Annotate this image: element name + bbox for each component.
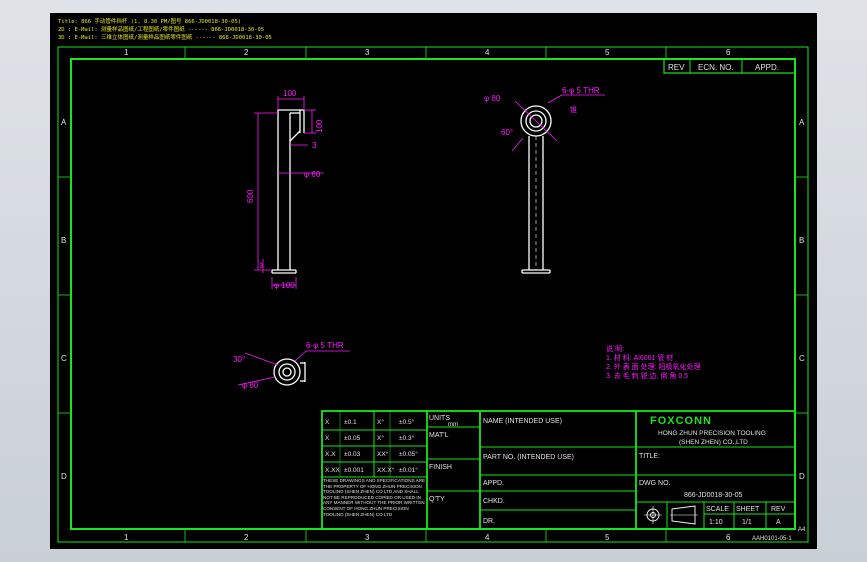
tol-r1-c1: X	[325, 419, 330, 426]
row-label-left-C: C	[61, 354, 67, 363]
tol-r2-c2: ±0.05	[344, 435, 361, 442]
rev-header: REV	[668, 63, 685, 72]
chkd-label: CHKD.	[483, 498, 505, 505]
finish-label: FINISH	[429, 464, 452, 471]
tol-r3-c2: ±0.03	[344, 451, 361, 458]
row-label-left-B: B	[61, 236, 66, 245]
col-label-top-4: 4	[485, 48, 490, 57]
proprietary-notice: THESE DRAWINGS AND SPECIFICATIONS ARE TH…	[323, 478, 426, 517]
row-label-right-A: A	[799, 118, 805, 127]
note-line-2: 1. 材 料: Al6061 管 材	[606, 353, 673, 362]
qty-label: Q'TY	[429, 496, 445, 503]
title-label: TITLE:	[639, 453, 660, 460]
scale-value: 1:10	[709, 519, 723, 526]
rev-value: A	[776, 519, 781, 526]
sheet-value: 1/1	[742, 519, 752, 526]
row-label-left-D: D	[61, 472, 67, 481]
bottom-view: 6-φ 5 THR 30° φ 80	[233, 341, 350, 390]
row-label-right-D: D	[799, 472, 805, 481]
tol-r3-c1: X.X	[325, 451, 336, 458]
front-view: 100 100 3 φ 60 600 3 φ 100	[246, 89, 324, 290]
col-label-bottom-6: 6	[726, 533, 731, 542]
tol-r4-c1: X.XX	[325, 467, 340, 474]
units-label: UNITS	[429, 415, 450, 422]
col-label-top-6: 6	[726, 48, 731, 57]
header-note-1: Title: 866 手动管件挡杆 (1, 8.30 PM/图号 866-JD0…	[58, 17, 241, 25]
part-no-label: PART NO. (INTENDED USE)	[483, 454, 574, 461]
dim-tube-dia: φ 60	[304, 170, 321, 179]
tol-r3-c3: XX°	[377, 450, 389, 458]
drawing-sheet: Title: 866 手动管件挡杆 (1, 8.30 PM/图号 866-JD0…	[50, 13, 817, 549]
header-note-3: 3D : E-Mail: 三维立体图纸/测量样品图纸零件图纸 ------ 86…	[58, 33, 272, 41]
tol-r3-c4: ±0.05°	[399, 450, 418, 458]
row-label-right-C: C	[799, 354, 805, 363]
col-label-top-5: 5	[605, 48, 610, 57]
units-value: mm	[448, 422, 458, 428]
dim-base-dia: φ 100	[274, 281, 295, 290]
row-label-left-A: A	[61, 118, 67, 127]
name-label: NAME (INTENDED USE)	[483, 418, 562, 425]
dwg-no-value: 866-JD0018-30-05	[684, 492, 742, 499]
col-label-bottom-2: 2	[244, 533, 249, 542]
col-label-bottom-5: 5	[605, 533, 610, 542]
proprietary-notice-box: THESE DRAWINGS AND SPECIFICATIONS ARE TH…	[323, 478, 426, 517]
tol-r4-c4: ±0.01°	[399, 466, 418, 474]
rev-label: REV	[771, 506, 786, 513]
scale-label: SCALE	[706, 506, 729, 513]
dim-top-width: 100	[283, 89, 297, 98]
tol-r4-c2: ±0.001	[344, 467, 364, 474]
dim-top-view-dia: φ 80	[484, 94, 501, 103]
company-line-1: HONG ZHUN PRECISION TOOLING	[658, 430, 766, 437]
tol-r4-c3: XX.X°	[377, 466, 395, 474]
dim-foot-step: 3	[259, 263, 263, 270]
tol-r2-c1: X	[325, 435, 330, 442]
dim-bottom-view-dia: φ 80	[242, 381, 259, 390]
col-label-bottom-3: 3	[365, 533, 370, 542]
title-block: X ±0.1 X° ±0.5° X ±0.05 X° ±0.3° X.X ±0.…	[321, 410, 806, 542]
company-line-2: (SHEN ZHEN) CO.,LTD	[679, 439, 748, 446]
dim-bottom-view-angle: 30°	[233, 355, 245, 364]
dim-step: 3	[312, 141, 317, 150]
header-note-2: 2D : E-Mail: 测量样品图纸/工程图纸/零件图纸 ------ 866…	[58, 25, 264, 33]
tol-r1-c2: ±0.1	[344, 419, 357, 426]
projection-symbol-icon	[644, 505, 698, 525]
dr-label: DR.	[483, 518, 495, 525]
tol-r1-c3: X°	[377, 418, 384, 426]
tol-r1-c4: ±0.5°	[399, 418, 415, 426]
dim-bottom-view-holes: 6-φ 5 THR	[306, 341, 344, 350]
tol-r2-c3: X°	[377, 434, 384, 442]
note-line-4: 3. 去 毛 刺 锐 边, 倒 角 0.5	[606, 371, 688, 380]
revision-table: REV ECN. NO. APPD.	[663, 58, 796, 74]
col-label-bottom-1: 1	[124, 533, 129, 542]
col-label-top-2: 2	[244, 48, 249, 57]
cad-drawing: Title: 866 手动管件挡杆 (1, 8.30 PM/图号 866-JD0…	[57, 17, 809, 543]
dim-length: 600	[246, 189, 255, 203]
top-view: φ 80 6-φ 5 THR 锥 60°	[484, 86, 605, 274]
sheet-label: SHEET	[736, 506, 760, 513]
dim-top-view-holes: 6-φ 5 THR	[562, 86, 600, 95]
dim-top-view-mark: 锥	[570, 105, 577, 114]
ecn-header: ECN. NO.	[698, 63, 734, 72]
col-label-top-3: 3	[365, 48, 370, 57]
note-line-3: 2. 外 表 面 处理: 阳极氧化处理	[606, 362, 701, 371]
col-label-bottom-4: 4	[485, 533, 490, 542]
notes-block: 说 明: 1. 材 料: Al6061 管 材 2. 外 表 面 处理: 阳极氧…	[606, 344, 701, 380]
company-logo: FOXCONN	[650, 415, 712, 427]
col-label-top-1: 1	[124, 48, 129, 57]
dim-top-view-angle: 60°	[501, 128, 513, 137]
tol-r2-c4: ±0.3°	[399, 434, 415, 442]
row-label-right-B: B	[799, 236, 804, 245]
paper-size: A4	[798, 527, 806, 533]
appd-label: APPD.	[483, 480, 504, 487]
form-number: AAH0101-05-1	[752, 536, 792, 542]
appd-header: APPD.	[755, 63, 779, 72]
note-line-1: 说 明:	[606, 344, 624, 353]
dim-side-height: 100	[315, 119, 324, 133]
dwg-no-label: DWG NO.	[639, 480, 671, 487]
matl-label: MAT'L	[429, 432, 449, 439]
